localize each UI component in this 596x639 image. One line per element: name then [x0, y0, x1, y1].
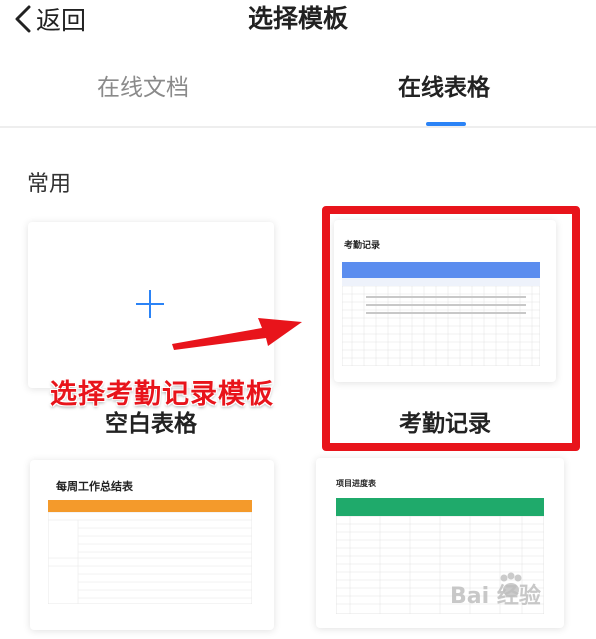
- tab-online-docs[interactable]: 在线文档: [97, 72, 189, 104]
- annotation-arrow-icon: [172, 318, 302, 350]
- thumb-header-band: [336, 498, 544, 516]
- section-title-common: 常用: [27, 172, 72, 197]
- header-bar: 返回 选择模板: [0, 0, 596, 44]
- active-tab-indicator: [426, 122, 466, 126]
- annotation-text: 选择考勤记录模板: [50, 379, 274, 410]
- thumb-title-weekly: 每周工作总结表: [56, 480, 133, 493]
- thumb-header-band: [48, 500, 252, 512]
- annotation-highlight-box: [322, 206, 580, 451]
- thumb-title-progress: 项目进度表: [336, 479, 376, 488]
- page-title: 选择模板: [247, 4, 348, 33]
- tab-online-sheets[interactable]: 在线表格: [398, 72, 490, 104]
- template-card-weekly-summary[interactable]: 每周工作总结表: [30, 460, 274, 630]
- plus-icon: [136, 290, 164, 318]
- tab-bar: 在线文档 在线表格: [0, 60, 596, 128]
- watermark-text: Bai 经验: [450, 584, 541, 609]
- weekly-grid-thumbnail: [48, 512, 252, 604]
